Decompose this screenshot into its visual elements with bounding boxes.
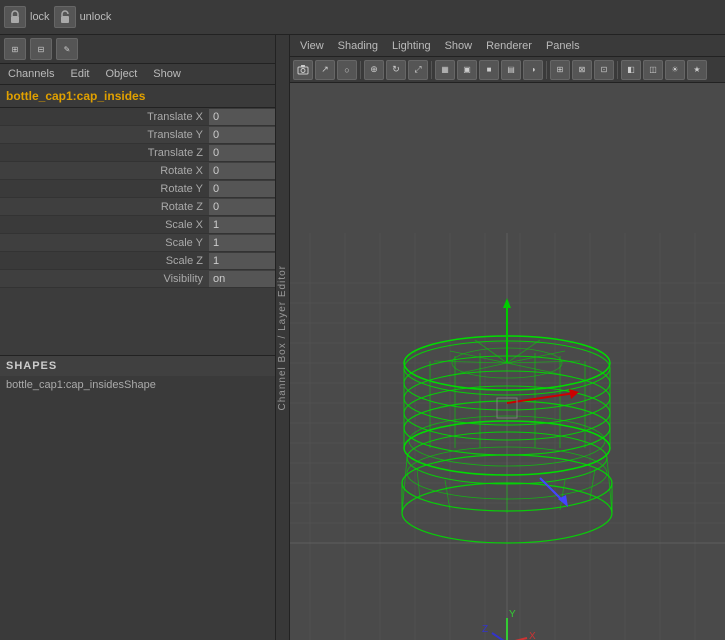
viewport-menubar: View Shading Lighting Show Renderer Pane… [290, 35, 725, 57]
toolbar-sep-2 [431, 61, 432, 79]
channel-row: Rotate Y [0, 180, 289, 198]
top-toolbar: lock unlock [0, 0, 725, 35]
unlock-label: unlock [80, 11, 112, 23]
scale-tool-btn[interactable]: ⤢ [408, 60, 428, 80]
show-menu[interactable]: Show [439, 38, 479, 54]
channel-row: Scale X [0, 216, 289, 234]
snap-btn[interactable]: ⊠ [572, 60, 592, 80]
lighting-btn[interactable]: ◑ [523, 60, 543, 80]
lasso-tool-btn[interactable]: ○ [337, 60, 357, 80]
channels-menu[interactable]: Channels [4, 66, 58, 82]
channel-label: Translate Z [0, 147, 209, 159]
svg-text:X: X [529, 631, 536, 640]
textured-btn[interactable]: ▤ [501, 60, 521, 80]
channel-row: Translate Z [0, 144, 289, 162]
toolbar-sep-4 [617, 61, 618, 79]
channel-label: Rotate X [0, 165, 209, 177]
show-menu[interactable]: Show [149, 66, 185, 82]
channel-label: Translate X [0, 111, 209, 123]
right-panel: View Shading Lighting Show Renderer Pane… [290, 35, 725, 640]
shapes-item[interactable]: bottle_cap1:cap_insidesShape [0, 376, 289, 394]
channel-row: Translate Y [0, 126, 289, 144]
channel-label: Rotate Z [0, 201, 209, 213]
grid-canvas: X Y Z [290, 83, 725, 640]
channel-row: Scale Y [0, 234, 289, 252]
renderer-menu[interactable]: Renderer [480, 38, 538, 54]
channel-menus: Channels Edit Object Show [4, 66, 185, 82]
xray-btn[interactable]: ◫ [643, 60, 663, 80]
shaded-btn[interactable]: ■ [479, 60, 499, 80]
object-name: bottle_cap1:cap_insides [0, 85, 289, 108]
viewport-toolbar: ↗ ○ ⊕ ↻ ⤢ ▦ ▣ ■ ▤ ◑ ⊞ ⊠ ⊡ ◧ ◫ ☀ ★ [290, 57, 725, 83]
channel-label: Scale Y [0, 237, 209, 249]
shadow-btn[interactable]: ☀ [665, 60, 685, 80]
panels-menu[interactable]: Panels [540, 38, 586, 54]
svg-text:Z: Z [482, 624, 488, 635]
smooth-btn[interactable]: ▣ [457, 60, 477, 80]
isolate-btn[interactable]: ◧ [621, 60, 641, 80]
shading-menu[interactable]: Shading [332, 38, 384, 54]
grid-btn[interactable]: ⊞ [550, 60, 570, 80]
wireframe-btn[interactable]: ▦ [435, 60, 455, 80]
move-tool-btn[interactable]: ⊕ [364, 60, 384, 80]
resolution-btn[interactable]: ⊡ [594, 60, 614, 80]
camera-tool-btn[interactable] [293, 60, 313, 80]
main-layout: ⊞ ⊟ ✎ Channels Edit Object Show bottle_c… [0, 35, 725, 640]
channel-label: Rotate Y [0, 183, 209, 195]
lock-label: lock [30, 11, 50, 23]
toolbar-sep-1 [360, 61, 361, 79]
channel-label: Visibility [0, 273, 209, 285]
edit-menu[interactable]: Edit [66, 66, 93, 82]
channel-table: Translate X Translate Y Translate Z Rotate … [0, 108, 289, 355]
channel-row: Rotate X [0, 162, 289, 180]
svg-text:Y: Y [509, 609, 516, 620]
select-tool-btn[interactable]: ↗ [315, 60, 335, 80]
shapes-title: SHAPES [0, 356, 289, 376]
rotate-tool-btn[interactable]: ↻ [386, 60, 406, 80]
tool-settings-icon[interactable]: ✎ [56, 38, 78, 60]
lighting-menu[interactable]: Lighting [386, 38, 437, 54]
attribute-editor-icon[interactable]: ⊟ [30, 38, 52, 60]
left-panel: ⊞ ⊟ ✎ Channels Edit Object Show bottle_c… [0, 35, 290, 640]
channel-box-header: Channels Edit Object Show [0, 64, 289, 85]
channel-box-vertical-label: Channel Box / Layer Editor [275, 35, 289, 640]
channel-row: Visibility [0, 270, 289, 288]
object-menu[interactable]: Object [101, 66, 141, 82]
shapes-section: SHAPES bottle_cap1:cap_insidesShape [0, 355, 289, 394]
toolbar-sep-3 [546, 61, 547, 79]
lock-button[interactable] [4, 6, 26, 28]
channel-row: Translate X [0, 108, 289, 126]
channel-row: Rotate Z [0, 198, 289, 216]
channel-row: Scale Z [0, 252, 289, 270]
viewport-3d[interactable]: X Y Z [290, 83, 725, 640]
ambient-btn[interactable]: ★ [687, 60, 707, 80]
channel-label: Scale Z [0, 255, 209, 267]
channel-label: Scale X [0, 219, 209, 231]
channel-label: Translate Y [0, 129, 209, 141]
view-menu[interactable]: View [294, 38, 330, 54]
channel-box-icon[interactable]: ⊞ [4, 38, 26, 60]
unlock-button[interactable] [54, 6, 76, 28]
